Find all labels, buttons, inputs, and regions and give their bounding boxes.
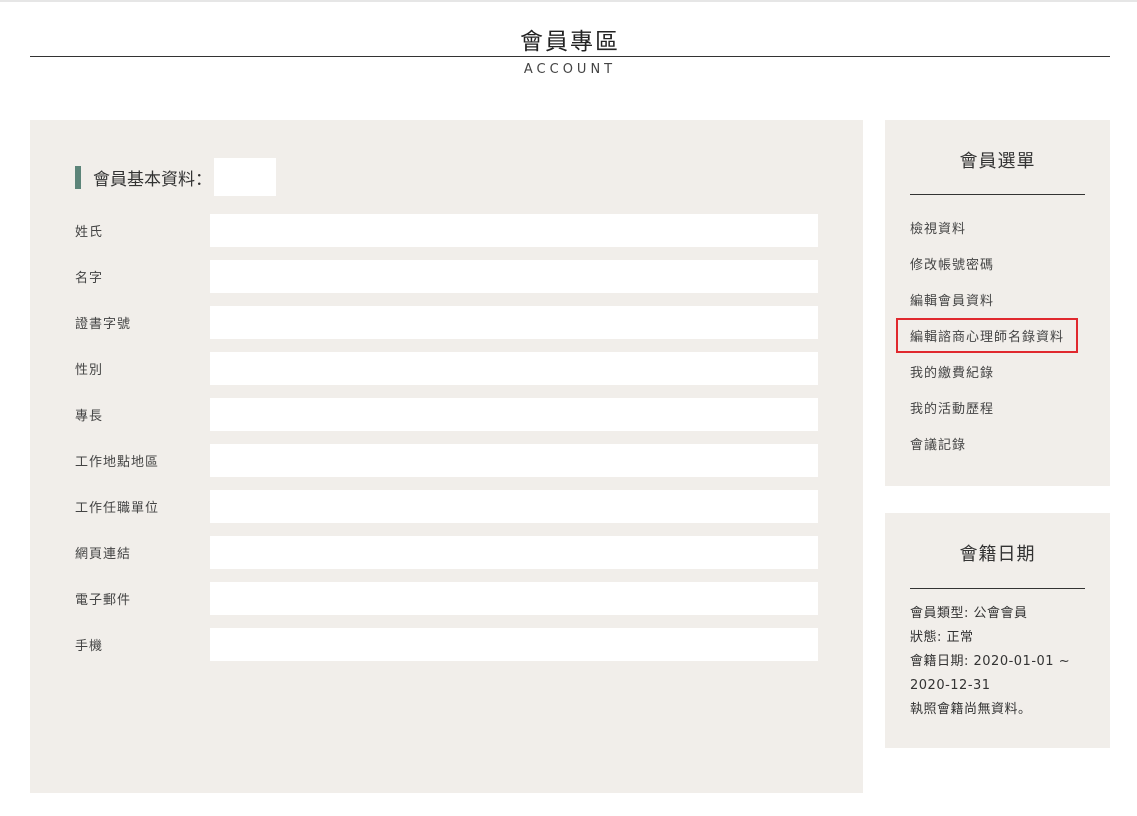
form-row-gender: 性別	[75, 352, 820, 385]
form-row-license-number: 證書字號	[75, 306, 820, 339]
form-row-email: 電子郵件	[75, 582, 820, 615]
mobile-input[interactable]	[210, 628, 818, 661]
website-label: 網頁連結	[75, 547, 132, 562]
specialty-label: 專長	[75, 409, 104, 424]
membership-title: 會籍日期	[959, 544, 1036, 565]
form-row-surname: 姓氏	[75, 214, 820, 247]
menu-item-edit-member-info[interactable]: 編輯會員資料	[910, 290, 994, 309]
form-row-specialty: 專長	[75, 398, 820, 431]
form-row-mobile: 手機	[75, 628, 820, 661]
page-title: 會員專區	[520, 29, 620, 55]
employer-input[interactable]	[210, 490, 818, 523]
form-row-website: 網頁連結	[75, 536, 820, 569]
specialty-input[interactable]	[210, 398, 818, 431]
form-row-employer: 工作任職單位	[75, 490, 820, 523]
membership-card: 會籍日期 會員類型: 公會會員 狀態: 正常 會籍日期: 2020-01-01 …	[885, 513, 1110, 748]
member-menu-divider	[910, 194, 1085, 195]
menu-item-payment-history[interactable]: 我的繳費紀錄	[910, 362, 994, 381]
menu-item-view-profile[interactable]: 檢視資料	[910, 218, 966, 237]
member-menu-card: 會員選單 檢視資料 修改帳號密碼 編輯會員資料 編輯諮商心理師名錄資料 我的繳費…	[885, 120, 1110, 486]
gender-label: 性別	[75, 363, 104, 378]
profile-heading-text: 會員基本資料：	[93, 169, 212, 190]
member-name-box	[214, 158, 276, 196]
work-region-label: 工作地點地區	[75, 455, 160, 470]
profile-panel: 會員基本資料： 姓氏 名字 證書字號 性別 專長 工作地點地區 工作任職單位 網…	[30, 120, 863, 793]
gender-input[interactable]	[210, 352, 818, 385]
license-membership: 執照會籍尚無資料。	[910, 702, 1032, 717]
heading-accent-bar	[75, 165, 81, 189]
surname-input[interactable]	[210, 214, 818, 247]
email-input[interactable]	[210, 582, 818, 615]
surname-label: 姓氏	[75, 225, 104, 240]
membership-dates: 會籍日期: 2020-01-01 ~ 2020-12-31	[910, 654, 1071, 693]
membership-type: 會員類型: 公會會員	[910, 606, 1028, 621]
membership-status: 狀態: 正常	[910, 630, 974, 645]
work-region-input[interactable]	[210, 444, 818, 477]
menu-item-edit-counselor-directory[interactable]: 編輯諮商心理師名錄資料	[895, 318, 1079, 353]
membership-divider	[910, 588, 1085, 589]
given-name-input[interactable]	[210, 260, 818, 293]
given-name-label: 名字	[75, 271, 104, 286]
license-number-input[interactable]	[210, 306, 818, 339]
employer-label: 工作任職單位	[75, 501, 160, 516]
header-divider	[30, 56, 1110, 57]
menu-item-meeting-records[interactable]: 會議記錄	[910, 434, 966, 453]
license-number-label: 證書字號	[75, 317, 132, 332]
form-row-given-name: 名字	[75, 260, 820, 293]
page-subtitle: ACCOUNT	[523, 62, 617, 77]
member-menu-title: 會員選單	[959, 151, 1036, 172]
menu-item-activity-history[interactable]: 我的活動歷程	[910, 398, 994, 417]
profile-heading: 會員基本資料：	[75, 158, 276, 196]
menu-item-change-password[interactable]: 修改帳號密碼	[910, 254, 994, 273]
form-row-work-region: 工作地點地區	[75, 444, 820, 477]
email-label: 電子郵件	[75, 593, 132, 608]
website-input[interactable]	[210, 536, 818, 569]
page-header: 會員專區 ACCOUNT	[30, 0, 1110, 90]
mobile-label: 手機	[75, 639, 104, 654]
